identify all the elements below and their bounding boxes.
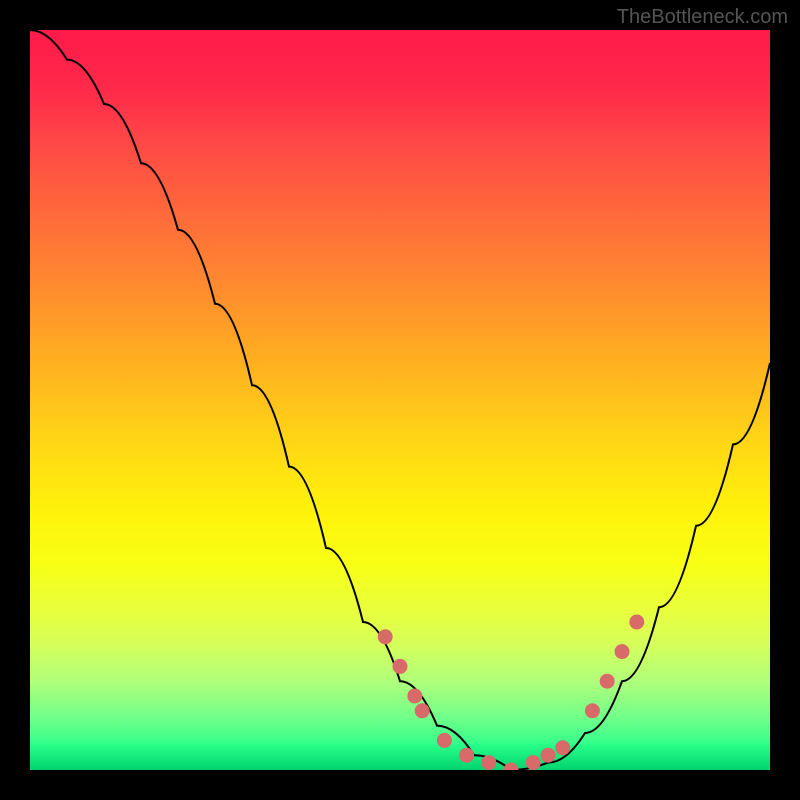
highlight-dot (541, 748, 555, 762)
highlight-dot (437, 733, 451, 747)
highlight-dot (556, 741, 570, 755)
highlight-dot (585, 704, 599, 718)
highlight-dot (526, 756, 540, 770)
highlight-dot (460, 748, 474, 762)
highlight-dots (378, 615, 644, 770)
highlight-dot (630, 615, 644, 629)
highlight-dot (378, 630, 392, 644)
highlight-dot (600, 674, 614, 688)
highlight-dot (615, 645, 629, 659)
watermark-text: TheBottleneck.com (617, 6, 788, 29)
highlight-dot (482, 756, 496, 770)
chart-plot-area (30, 30, 770, 770)
highlight-dot (504, 763, 518, 770)
bottleneck-curve-svg (30, 30, 770, 770)
highlight-dot (415, 704, 429, 718)
highlight-dot (393, 659, 407, 673)
highlight-dot (408, 689, 422, 703)
